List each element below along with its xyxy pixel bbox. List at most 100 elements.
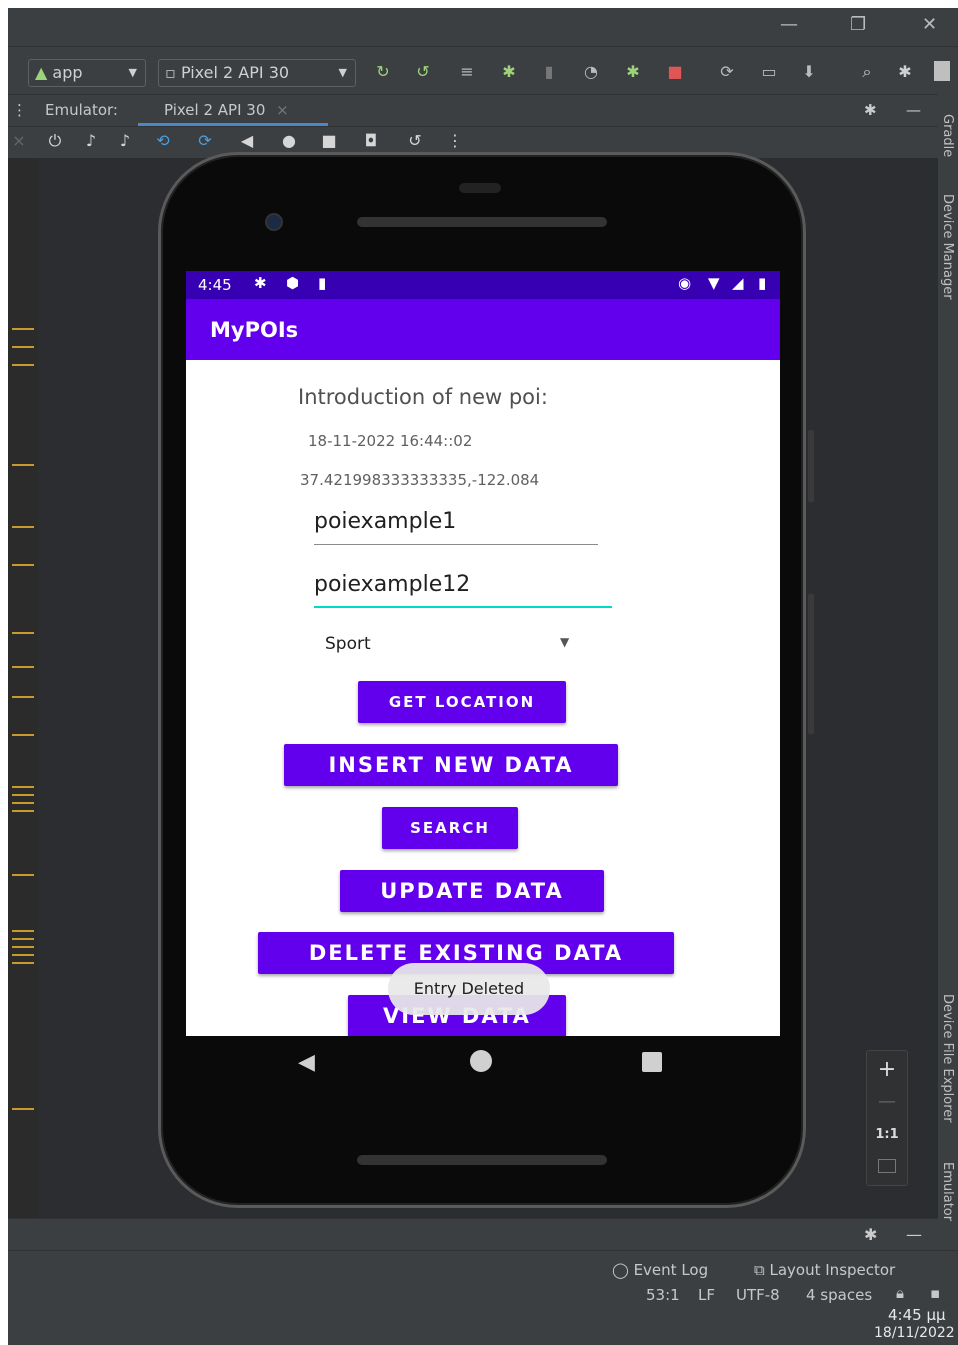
hide-panel-icon[interactable]: — [906, 101, 921, 119]
poi-description-value: poiexample12 [314, 572, 471, 597]
run-config-dropdown[interactable]: ▲ app ▼ [28, 59, 146, 87]
settings-icon[interactable]: ✱ [864, 101, 877, 119]
poi-description-field[interactable]: poiexample12 [314, 572, 612, 608]
stop-icon[interactable]: ■ [664, 61, 686, 83]
search-button[interactable]: SEARCH [382, 807, 518, 849]
ide-status-bar: ◯ Event Log ⧉ Layout Inspector 53:1 LF U… [8, 1250, 958, 1345]
category-spinner[interactable]: Sport ▼ [314, 627, 582, 663]
rotate-right-icon[interactable]: ⟳ [194, 131, 216, 150]
screenshot-icon[interactable]: ◘ [360, 131, 382, 150]
event-log-button[interactable]: ◯ Event Log [612, 1261, 708, 1279]
zoom-fit-icon[interactable] [878, 1159, 896, 1173]
minimize-button[interactable]: — [780, 14, 798, 35]
zoom-out-button[interactable]: — [867, 1091, 907, 1112]
run-config-label: app [52, 63, 83, 82]
back-icon[interactable]: ◀ [236, 131, 258, 150]
volume-up-icon[interactable]: ♪ [80, 131, 102, 150]
earpiece-slot [459, 183, 501, 193]
cursor-position[interactable]: 53:1 [646, 1286, 680, 1304]
android-icon: ▲ [35, 63, 48, 82]
build-variants-icon[interactable]: ≡ [456, 61, 478, 83]
shield-status-icon: ⬢ [286, 274, 300, 292]
title-bar: — ❐ ✕ [8, 8, 958, 46]
close-tab-icon[interactable]: × [276, 101, 289, 119]
profile-icon[interactable]: ◔ [580, 61, 602, 83]
gutter-marker [12, 1108, 34, 1110]
gutter-marker [12, 794, 34, 796]
device-label: Pixel 2 API 30 [180, 63, 290, 82]
gear-icon[interactable]: ✱ [894, 61, 916, 83]
device-manager-icon[interactable]: ▭ [758, 61, 780, 83]
device-file-explorer-panel-tab[interactable]: Device File Explorer [940, 994, 955, 1123]
toast-message: Entry Deleted [388, 963, 550, 1015]
nav-overview-icon[interactable] [642, 1052, 662, 1072]
line-separator[interactable]: LF [698, 1286, 715, 1304]
nav-home-icon[interactable] [470, 1050, 492, 1072]
android-status-bar: 4:45 ✱ ⬢ ▮ ◉ ▼ ◢ ▮ [186, 271, 780, 299]
emulator-panel-tab[interactable]: Emulator [940, 1162, 955, 1221]
layout-inspector-button[interactable]: ⧉ Layout Inspector [754, 1261, 895, 1279]
sync-gradle-icon[interactable]: ⟳ [716, 61, 738, 83]
device-dropdown[interactable]: ▫ Pixel 2 API 30 ▼ [158, 59, 356, 87]
power-key[interactable] [808, 430, 814, 502]
volume-down-icon[interactable]: ♪ [114, 131, 136, 150]
debug-icon[interactable]: ✱ [498, 61, 520, 83]
gutter-marker [12, 954, 34, 956]
insert-new-data-button[interactable]: INSERT NEW DATA [284, 744, 618, 786]
avatar-icon[interactable] [934, 61, 950, 81]
extended-controls-icon[interactable]: ⋮ [444, 131, 466, 150]
device-icon: ▫ [165, 63, 176, 82]
sdcard-status-icon: ▮ [318, 274, 327, 292]
power-icon[interactable]: ⏻ [44, 131, 66, 151]
lock-icon[interactable]: 🔒︎ [896, 1284, 904, 1302]
gradle-panel-tab[interactable]: Gradle [940, 114, 955, 157]
search-icon[interactable]: ⌕ [856, 61, 878, 83]
tab-device[interactable]: Pixel 2 API 30 × [164, 101, 289, 119]
bottom-hide-icon[interactable]: — [906, 1225, 922, 1244]
get-location-button[interactable]: GET LOCATION [358, 681, 566, 723]
close-window-button[interactable]: ✕ [922, 14, 937, 35]
sdk-manager-icon[interactable]: ⬇ [798, 61, 820, 83]
close-panel-icon[interactable]: × [8, 131, 30, 150]
device-tab-label: Pixel 2 API 30 [164, 101, 266, 119]
apply-changes-icon[interactable]: ↻ [372, 61, 394, 83]
file-encoding[interactable]: UTF-8 [736, 1286, 780, 1304]
device-manager-panel-tab[interactable]: Device Manager [940, 194, 955, 300]
top-speaker-grille [357, 217, 607, 227]
emulator-tab-bar: ⋮ Emulator: Pixel 2 API 30 × ✱ — [8, 94, 938, 126]
event-log-label: Event Log [633, 1261, 709, 1279]
gutter-marker [12, 666, 34, 668]
layout-inspector-icon: ⧉ [754, 1261, 765, 1279]
more-options-icon[interactable]: ⋮ [12, 101, 27, 119]
update-data-button[interactable]: UPDATE DATA [340, 870, 604, 912]
rotate-left-icon[interactable]: ⟲ [152, 131, 174, 150]
snapshot-icon[interactable]: ↺ [404, 131, 426, 150]
category-value: Sport [325, 634, 371, 654]
gutter-marker [12, 786, 34, 788]
coordinates-text: 37.421998333333335,-122.084 [300, 471, 540, 489]
editor-gutter [8, 158, 38, 1218]
coverage-icon[interactable]: ▮ [538, 61, 560, 83]
taskbar-date: 18/11/2022 [874, 1325, 955, 1341]
zoom-actual-size-button[interactable]: 1:1 [867, 1127, 907, 1142]
front-camera-icon [265, 213, 283, 231]
overview-icon[interactable]: ■ [318, 131, 340, 150]
home-icon[interactable]: ● [278, 131, 300, 150]
bottom-settings-icon[interactable]: ✱ [864, 1225, 877, 1244]
nav-back-icon[interactable]: ◀ [298, 1050, 315, 1075]
emulator-label: Emulator: [45, 101, 118, 119]
apply-code-changes-icon[interactable]: ↺ [412, 61, 434, 83]
indent-setting[interactable]: 4 spaces [806, 1286, 872, 1304]
poi-name-field[interactable]: poiexample1 [314, 509, 598, 545]
device-screen: 4:45 ✱ ⬢ ▮ ◉ ▼ ◢ ▮ MyPOIs Introduction o… [186, 271, 780, 1036]
restore-button[interactable]: ❐ [850, 14, 866, 35]
gutter-marker [12, 696, 34, 698]
memory-icon[interactable]: ▪ [930, 1284, 940, 1302]
zoom-in-button[interactable]: + [867, 1057, 907, 1082]
settings-status-icon: ✱ [254, 274, 267, 292]
volume-key[interactable] [808, 594, 814, 734]
gutter-marker [12, 564, 34, 566]
attach-debugger-icon[interactable]: ✱ [622, 61, 644, 83]
datetime-text: 18-11-2022 16:44::02 [308, 432, 473, 450]
status-time: 4:45 [198, 276, 232, 294]
